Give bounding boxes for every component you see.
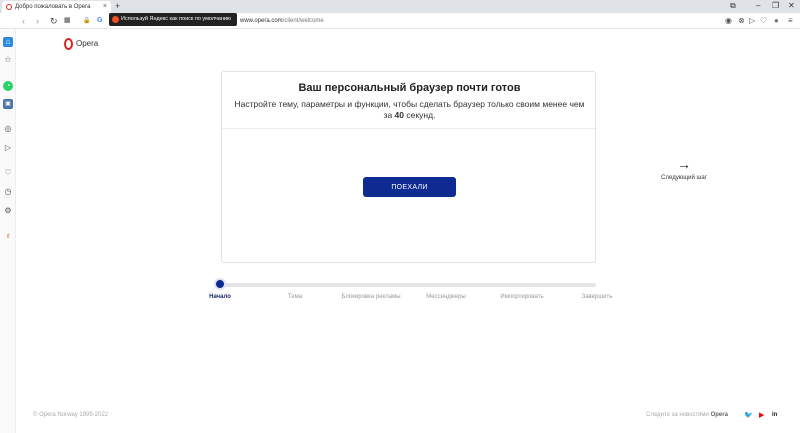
url-host: www.opera.com: [240, 18, 283, 24]
step-finish[interactable]: Завершить: [567, 293, 627, 301]
camera-icon[interactable]: ◉: [725, 16, 732, 26]
sidebar-home-icon[interactable]: ⌂: [3, 37, 13, 47]
tooltip-text: Используй Яндекс как поиск по умолчанию: [121, 16, 232, 22]
card-divider: [222, 128, 597, 129]
sidebar-history-icon[interactable]: ◷: [3, 187, 13, 197]
sidebar-send-icon[interactable]: ▷: [3, 143, 13, 153]
minimize-button[interactable]: –: [756, 0, 760, 12]
opera-logo: Opera: [64, 38, 98, 50]
tab-title: Добро пожаловать в Opera: [15, 4, 91, 10]
step-import[interactable]: Импортировать: [492, 293, 552, 301]
sidebar-tips-icon[interactable]: ♁: [3, 231, 13, 241]
forward-icon[interactable]: ›: [36, 15, 39, 27]
step-start[interactable]: Начало: [190, 293, 250, 301]
url-path: /client/welcome: [282, 18, 324, 24]
reload-icon[interactable]: ↻: [50, 15, 58, 27]
sidebar-star-icon[interactable]: ☆: [3, 55, 13, 65]
user-icon[interactable]: ●: [774, 16, 779, 26]
snap-icon[interactable]: ⧉: [730, 0, 736, 12]
tab-close-icon[interactable]: ×: [103, 1, 107, 13]
close-window-button[interactable]: ✕: [788, 0, 795, 12]
sidebar-heart-icon[interactable]: ♡: [3, 168, 13, 178]
progress-current-dot: [214, 278, 226, 290]
maximize-button[interactable]: ❐: [772, 0, 779, 12]
sidebar-whatsapp-icon[interactable]: ◔: [3, 81, 13, 91]
sidebar-messenger-icon[interactable]: ◎: [3, 124, 13, 134]
step-theme[interactable]: Тема: [265, 293, 325, 301]
copyright: © Opera Norway 1995-2022: [33, 412, 109, 418]
heart-icon[interactable]: ♡: [760, 16, 767, 26]
yandex-tooltip[interactable]: Используй Яндекс как поиск по умолчанию: [109, 13, 237, 26]
opera-logo-icon: [64, 38, 73, 50]
twitter-icon[interactable]: 🐦: [744, 411, 753, 420]
shield-icon[interactable]: ⊗: [738, 16, 745, 26]
opera-logo-text: Opera: [76, 39, 99, 48]
back-icon[interactable]: ‹: [22, 15, 25, 27]
follow-text: Следите за новостями Opera: [646, 412, 728, 418]
youtube-icon[interactable]: ▶: [759, 411, 764, 420]
arrow-right-icon: →: [677, 156, 691, 172]
new-tab-button[interactable]: +: [115, 0, 120, 12]
sidebar-vk-icon[interactable]: ▣: [3, 99, 13, 109]
lock-icon[interactable]: 🔒: [83, 15, 90, 27]
subtitle-end: секунд.: [404, 110, 436, 120]
card-title: Ваш персональный браузер почти готов: [298, 82, 521, 94]
tabs-icon[interactable]: ▦: [64, 15, 71, 27]
subtitle-seconds: 40: [394, 110, 405, 120]
follow-prefix: Следите за новостями: [646, 412, 711, 418]
progress-track: [216, 283, 596, 287]
step-messengers[interactable]: Мессенджеры: [416, 293, 476, 301]
next-step-button[interactable]: → Следующий шаг: [652, 156, 716, 181]
tab-bar: Добро пожаловать в Opera × + ⧉ – ❐ ✕: [0, 0, 800, 13]
step-adblock[interactable]: Блокировка рекламы: [341, 293, 401, 301]
opera-tab-icon: [6, 4, 12, 10]
yandex-icon: [112, 16, 119, 23]
sidebar: ⌂ ☆ ◔ ▣ ◎ ▷ ♡ ◷ ⚙ ♁: [0, 29, 16, 433]
send-icon[interactable]: ▷: [749, 16, 755, 26]
welcome-card: Ваш персональный браузер почти готов Нас…: [221, 71, 597, 263]
follow-brand: Opera: [710, 412, 728, 418]
start-button[interactable]: ПОЕХАЛИ: [363, 177, 456, 197]
menu-icon[interactable]: ≡: [788, 16, 793, 26]
sidebar-settings-icon[interactable]: ⚙: [3, 206, 13, 216]
search-engine-icon[interactable]: G: [97, 15, 102, 27]
card-subtitle: Настройте тему, параметры и функции, что…: [232, 99, 587, 121]
tab-welcome[interactable]: Добро пожаловать в Opera ×: [2, 1, 111, 13]
linkedin-icon[interactable]: in: [772, 411, 777, 420]
url-field[interactable]: www.opera.com/client/welcome: [240, 16, 324, 26]
next-step-label: Следующий шаг: [661, 175, 707, 181]
